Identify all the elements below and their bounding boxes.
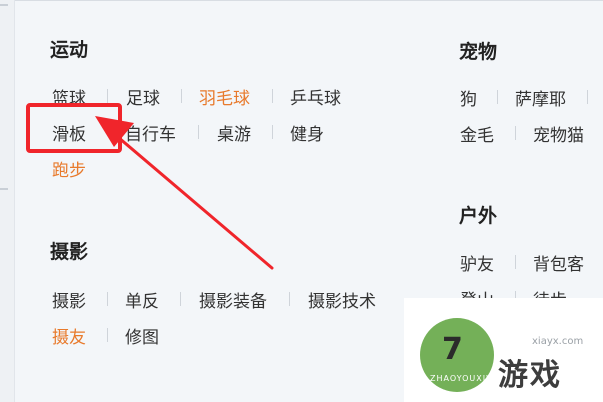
annotation-arrow [95,116,274,270]
